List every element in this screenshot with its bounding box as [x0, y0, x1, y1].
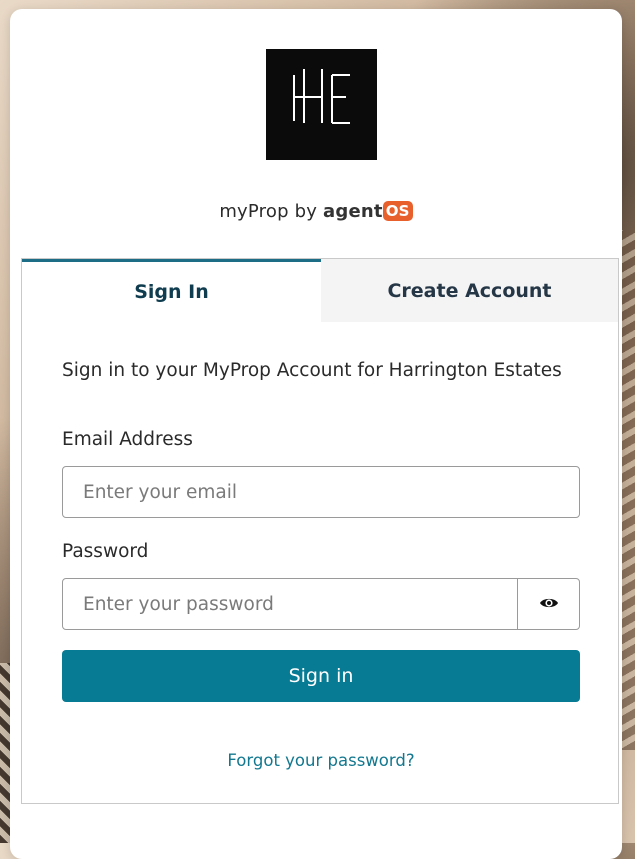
- tab-create-account[interactable]: Create Account: [321, 259, 618, 322]
- show-password-button[interactable]: [517, 578, 580, 630]
- background-decor-right: [621, 230, 635, 750]
- auth-panel: Sign In Create Account Sign in to your M…: [21, 258, 619, 804]
- sign-in-intro: Sign in to your MyProp Account for Harri…: [62, 360, 562, 381]
- sign-in-button[interactable]: Sign in: [62, 650, 580, 702]
- brand-agent-wordmark: agent: [323, 201, 383, 222]
- email-input[interactable]: [62, 466, 580, 518]
- auth-tabs: Sign In Create Account: [22, 259, 620, 322]
- brand-tagline: myProp by agent OS: [10, 201, 622, 222]
- brand-os-badge: OS: [382, 201, 413, 221]
- eye-icon: [539, 595, 559, 614]
- tab-sign-in[interactable]: Sign In: [22, 259, 321, 322]
- login-card: myProp by agent OS Sign In Create Account…: [10, 9, 622, 859]
- brand-prefix: myProp by: [219, 201, 324, 222]
- forgot-password-link[interactable]: Forgot your password?: [22, 751, 620, 770]
- email-label: Email Address: [62, 429, 193, 450]
- harrington-estates-logo: [266, 49, 377, 160]
- password-input[interactable]: [62, 578, 518, 630]
- password-label: Password: [62, 541, 149, 562]
